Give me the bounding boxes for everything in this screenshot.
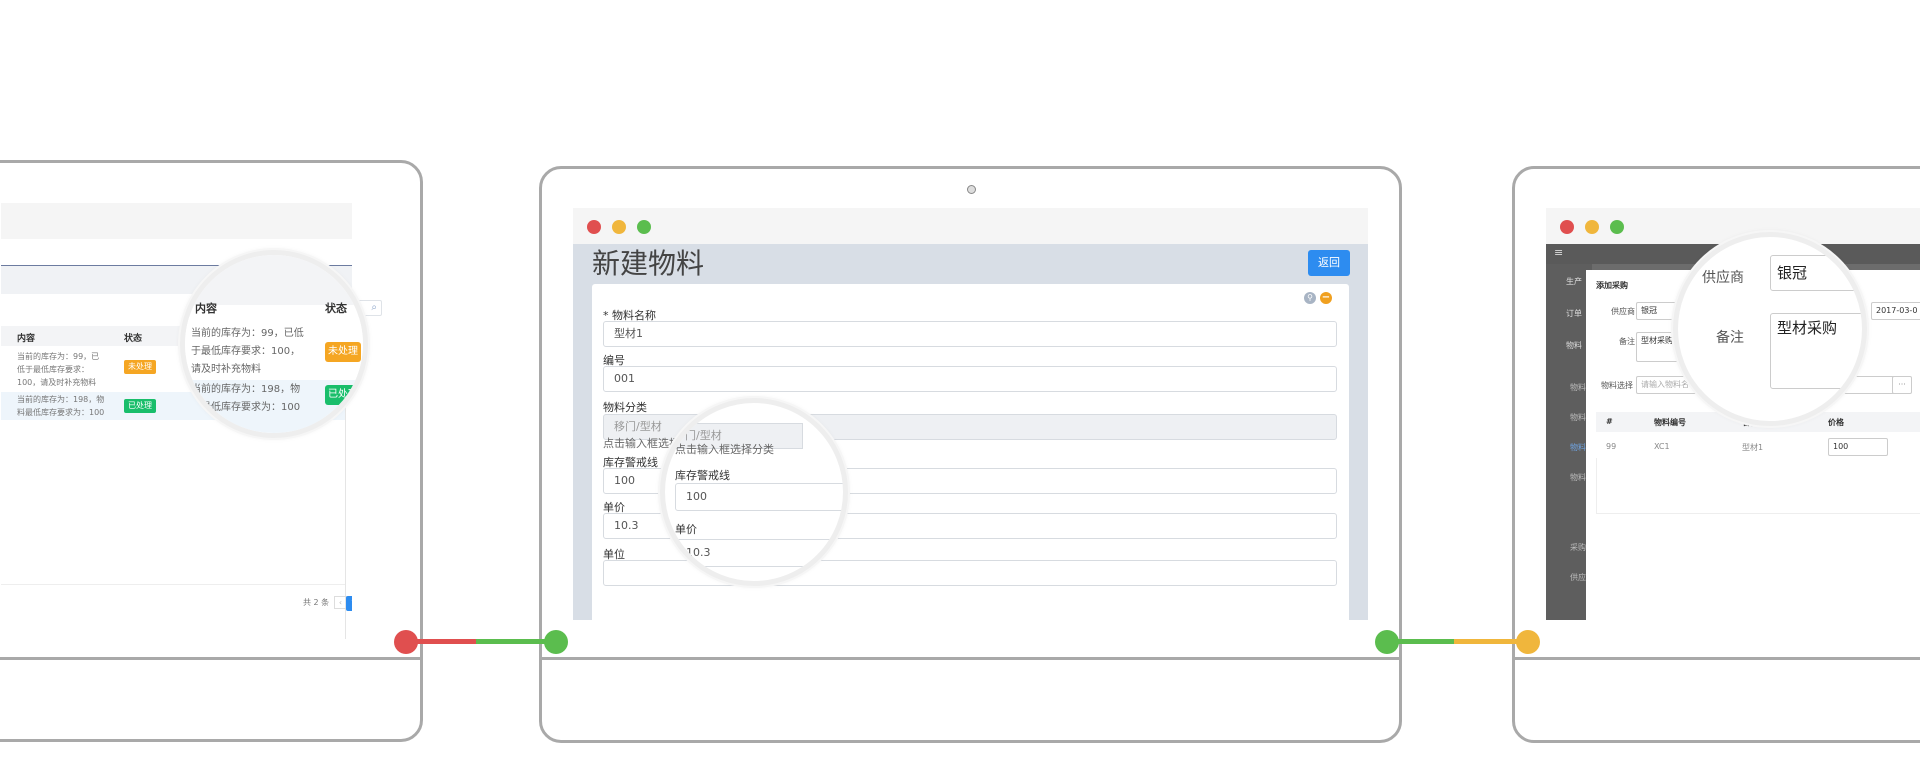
- mag-stock-input[interactable]: 100: [675, 483, 843, 511]
- left-total: 共 2 条: [303, 598, 330, 607]
- material-picker-button[interactable]: ···: [1892, 376, 1912, 394]
- sidebar-sub-4[interactable]: 物料: [1570, 472, 1586, 483]
- left-divider: [1, 584, 345, 585]
- row-code: XC1: [1654, 442, 1670, 451]
- material-select-label: 物料选择: [1601, 381, 1633, 390]
- left-titlebar: [1, 203, 352, 239]
- sidebar-item-order[interactable]: 订单: [1566, 308, 1582, 319]
- left-mag-row1-status[interactable]: 未处理: [325, 342, 361, 362]
- left-row1-content: 当前的库存为：99，已低于最低库存要求：100，请及时补充物料: [17, 352, 100, 387]
- left-mag-row2-status[interactable]: 已处理: [325, 385, 361, 405]
- th-price: 价格: [1828, 418, 1844, 427]
- mag-category-hint: 点击输入框选择分类: [675, 443, 774, 456]
- sidebar-item-production[interactable]: 生产: [1566, 276, 1582, 287]
- stage: 内容 状态 当前的库存为：99，已低于最低库存要求：100，请及时补充物料 未处…: [0, 0, 1920, 768]
- center-titlebar: [573, 208, 1368, 244]
- dialog-title: 添加采购: [1596, 281, 1628, 290]
- center-magnifier: 移门/型材 点击输入框选择分类 库存警戒线 100 单价 10.3: [660, 398, 848, 586]
- right-maximize-icon[interactable]: [1610, 220, 1624, 234]
- sidebar-item-material[interactable]: 物料: [1566, 340, 1582, 351]
- search-icon: ⌕: [371, 302, 377, 313]
- link-icon[interactable]: ⚲: [1304, 292, 1316, 304]
- left-mag-th-content: 内容: [195, 302, 217, 315]
- mag-remark-label: 备注: [1716, 330, 1744, 346]
- connector-node-red: [394, 630, 418, 654]
- left-laptop-hinge: [0, 657, 420, 660]
- row-index: 99: [1606, 442, 1617, 451]
- left-magnifier: 内容 状态 当前的库存为：99，已低于最低库存要求：100，请及时补充物料 未处…: [180, 250, 368, 438]
- maximize-window-icon[interactable]: [637, 220, 651, 234]
- connector-node-green-left: [544, 630, 568, 654]
- menu-icon[interactable]: ≡: [1554, 246, 1563, 259]
- name-input[interactable]: 型材1: [603, 321, 1337, 347]
- left-row2-status[interactable]: 已处理: [124, 399, 156, 413]
- supplier-label: 供应商: [1611, 307, 1635, 316]
- connector-node-green-right: [1375, 630, 1399, 654]
- sidebar-sub-2[interactable]: 物料: [1570, 412, 1586, 423]
- row-price-input[interactable]: 100: [1828, 438, 1888, 456]
- left-th-status: 状态: [124, 334, 143, 344]
- left-mag-row2-content: 当前的库存为：198，物料最低库存要求为：100: [191, 384, 301, 413]
- center-laptop-hinge: [542, 657, 1399, 660]
- left-row2-content: 当前的库存为：198，物料最低库存要求为：100: [17, 395, 105, 417]
- left-mag-th-status: 状态: [325, 302, 347, 315]
- th-code: 物料编号: [1654, 418, 1686, 427]
- sidebar-supplier[interactable]: 供应: [1570, 572, 1586, 583]
- code-input[interactable]: 001: [603, 366, 1337, 392]
- connector-node-yellow: [1516, 630, 1540, 654]
- category-label: 物料分类: [603, 401, 647, 414]
- minimize-window-icon[interactable]: [612, 220, 626, 234]
- right-close-icon[interactable]: [1560, 220, 1574, 234]
- sidebar-sub-3[interactable]: 物料: [1570, 442, 1586, 453]
- page-title: 新建物料: [592, 247, 705, 280]
- back-button[interactable]: 返回: [1308, 250, 1350, 276]
- left-row1-status[interactable]: 未处理: [124, 360, 156, 374]
- camera-icon: [967, 185, 976, 194]
- left-th-content: 内容: [17, 334, 36, 344]
- mag-price-input[interactable]: 10.3: [675, 539, 843, 567]
- remark-label: 备注: [1619, 337, 1635, 346]
- close-window-icon[interactable]: [587, 220, 601, 234]
- row-name: 型材1: [1742, 443, 1764, 452]
- mag-price-label: 单价: [675, 523, 697, 536]
- date-input[interactable]: 2017-03-0: [1871, 302, 1920, 320]
- left-laptop: 内容 状态 当前的库存为：99，已低于最低库存要求：100，请及时补充物料 未处…: [0, 160, 423, 742]
- left-page-1[interactable]: 1: [346, 596, 352, 611]
- left-mag-header-bg: [185, 255, 363, 305]
- minus-icon[interactable]: −: [1320, 292, 1332, 304]
- mag-stock-label: 库存警戒线: [675, 469, 730, 482]
- th-index: #: [1606, 417, 1613, 426]
- sidebar-sub-1[interactable]: 物料: [1570, 382, 1586, 393]
- right-minimize-icon[interactable]: [1585, 220, 1599, 234]
- right-table-body: [1596, 458, 1920, 514]
- mag-supplier-label: 供应商: [1702, 270, 1744, 286]
- left-mag-row1-content: 当前的库存为：99，已低于最低库存要求：100，请及时补充物料: [191, 328, 304, 375]
- sidebar-purchase[interactable]: 采购: [1570, 542, 1586, 553]
- mag-supplier-input[interactable]: 银冠: [1770, 255, 1862, 291]
- right-laptop-hinge: [1515, 657, 1920, 660]
- mag-remark-input[interactable]: 型材采购: [1770, 313, 1862, 389]
- right-magnifier: 供应商 银冠 备注 型材采购: [1673, 232, 1867, 426]
